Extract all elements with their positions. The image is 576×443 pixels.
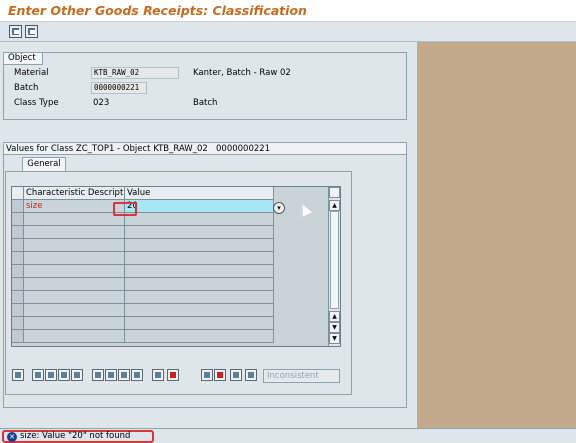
characteristic-description-cell xyxy=(24,291,125,304)
row-selector[interactable] xyxy=(12,239,24,252)
value-cell[interactable] xyxy=(125,317,274,330)
row-selector[interactable] xyxy=(12,265,24,278)
delete-icon[interactable] xyxy=(131,369,143,381)
select-all-rows[interactable] xyxy=(12,187,24,200)
application-toolbar xyxy=(0,22,576,42)
value-input[interactable]: 20 xyxy=(125,200,274,213)
class-type-description: Batch xyxy=(193,98,218,108)
page-down-icon[interactable]: ▼ xyxy=(329,322,340,333)
scroll-thumb[interactable] xyxy=(330,211,339,309)
select-all-icon[interactable] xyxy=(32,369,44,381)
vertical-scrollbar[interactable]: ▲ ▲ ▼ ▼ xyxy=(328,187,340,346)
insert-icon[interactable] xyxy=(152,369,164,381)
row-selector[interactable] xyxy=(12,200,24,213)
class-type-label: Class Type xyxy=(14,98,59,108)
tab-general[interactable]: General xyxy=(22,157,66,171)
row-selector[interactable] xyxy=(12,304,24,317)
error-icon: ✕ xyxy=(7,432,17,442)
inconsistent-button: Inconsistent xyxy=(263,369,340,383)
copy-icon[interactable] xyxy=(105,369,117,381)
row-selector[interactable] xyxy=(12,317,24,330)
value-cell[interactable] xyxy=(125,304,274,317)
deselect-all-icon[interactable] xyxy=(45,369,57,381)
object-group: Object Material KTB_RAW_02 Kanter, Batch… xyxy=(3,52,407,120)
info-icon[interactable] xyxy=(167,369,179,381)
table-header-row: Characteristic Description Value xyxy=(12,187,340,200)
batch-label: Batch xyxy=(14,83,39,93)
characteristic-description-cell xyxy=(24,213,125,226)
characteristic-description-cell xyxy=(24,330,125,343)
values-object-id: 0000000221 xyxy=(216,144,271,154)
material-field[interactable]: KTB_RAW_02 xyxy=(91,67,179,79)
characteristic-description-cell xyxy=(24,252,125,265)
row-selector[interactable] xyxy=(12,226,24,239)
characteristic-description-cell: size xyxy=(24,200,125,213)
paste-icon[interactable] xyxy=(118,369,130,381)
values-group-title: Values for Class ZC_TOP1 - Object KTB_RA… xyxy=(6,144,208,154)
batch-field[interactable]: 0000000221 xyxy=(91,82,147,94)
value-cell[interactable] xyxy=(125,239,274,252)
table-row xyxy=(12,317,340,330)
save-icon[interactable] xyxy=(9,25,22,38)
characteristic-description-cell xyxy=(24,239,125,252)
value-cell[interactable] xyxy=(125,226,274,239)
value-cell[interactable] xyxy=(125,265,274,278)
title-bar: Enter Other Goods Receipts: Classificati… xyxy=(0,0,576,22)
status-message[interactable]: ✕ size: Value "20" not found xyxy=(2,430,154,443)
characteristic-description-cell xyxy=(24,304,125,317)
value-help-icon[interactable]: ▾ xyxy=(273,202,285,214)
sort-desc-icon[interactable] xyxy=(71,369,83,381)
row-selector[interactable] xyxy=(12,213,24,226)
table-row xyxy=(12,265,340,278)
column-header-value[interactable]: Value xyxy=(125,187,274,200)
table-row xyxy=(12,213,340,226)
material-description: Kanter, Batch - Raw 02 xyxy=(193,68,291,78)
characteristic-description-cell xyxy=(24,265,125,278)
table-row xyxy=(12,304,340,317)
settings-icon[interactable] xyxy=(230,369,242,381)
characteristic-description-cell xyxy=(24,278,125,291)
scroll-up-icon[interactable]: ▲ xyxy=(329,200,340,211)
status-text: size: Value "20" not found xyxy=(20,431,131,441)
column-settings-icon[interactable] xyxy=(329,187,340,198)
table-row xyxy=(12,226,340,239)
save-as-icon[interactable] xyxy=(25,25,38,38)
characteristics-table: Characteristic Description Value size 20… xyxy=(11,186,341,347)
filter-icon[interactable] xyxy=(214,369,226,381)
value-cell[interactable] xyxy=(125,291,274,304)
characteristic-description-cell xyxy=(24,226,125,239)
object-group-title: Object xyxy=(4,53,43,65)
values-group-header: Values for Class ZC_TOP1 - Object KTB_RA… xyxy=(4,143,406,155)
column-header-description[interactable]: Characteristic Description xyxy=(24,187,125,200)
table-row xyxy=(12,330,340,343)
class-type-value: 023 xyxy=(93,98,110,108)
material-label: Material xyxy=(14,68,49,78)
window-title: Enter Other Goods Receipts: Classificati… xyxy=(8,3,307,18)
status-bar: ✕ size: Value "20" not found xyxy=(0,428,576,443)
table-row xyxy=(12,278,340,291)
page-up-icon[interactable]: ▲ xyxy=(329,311,340,322)
row-selector[interactable] xyxy=(12,291,24,304)
table-row: size 20 xyxy=(12,200,340,213)
warning-icon[interactable] xyxy=(245,369,257,381)
inconsistent-label: Inconsistent xyxy=(267,371,319,381)
details-icon[interactable] xyxy=(12,369,24,381)
row-selector[interactable] xyxy=(12,252,24,265)
sort-asc-icon[interactable] xyxy=(58,369,70,381)
value-cell[interactable] xyxy=(125,252,274,265)
table-row xyxy=(12,291,340,304)
value-cell[interactable] xyxy=(125,213,274,226)
table-row xyxy=(12,239,340,252)
value-highlight xyxy=(113,202,137,216)
cut-icon[interactable] xyxy=(92,369,104,381)
value-cell[interactable] xyxy=(125,330,274,343)
find-icon[interactable] xyxy=(201,369,213,381)
row-selector[interactable] xyxy=(12,278,24,291)
row-selector[interactable] xyxy=(12,330,24,343)
characteristic-description-cell xyxy=(24,317,125,330)
table-row xyxy=(12,252,340,265)
value-cell[interactable] xyxy=(125,278,274,291)
scroll-down-icon[interactable]: ▼ xyxy=(329,333,340,344)
